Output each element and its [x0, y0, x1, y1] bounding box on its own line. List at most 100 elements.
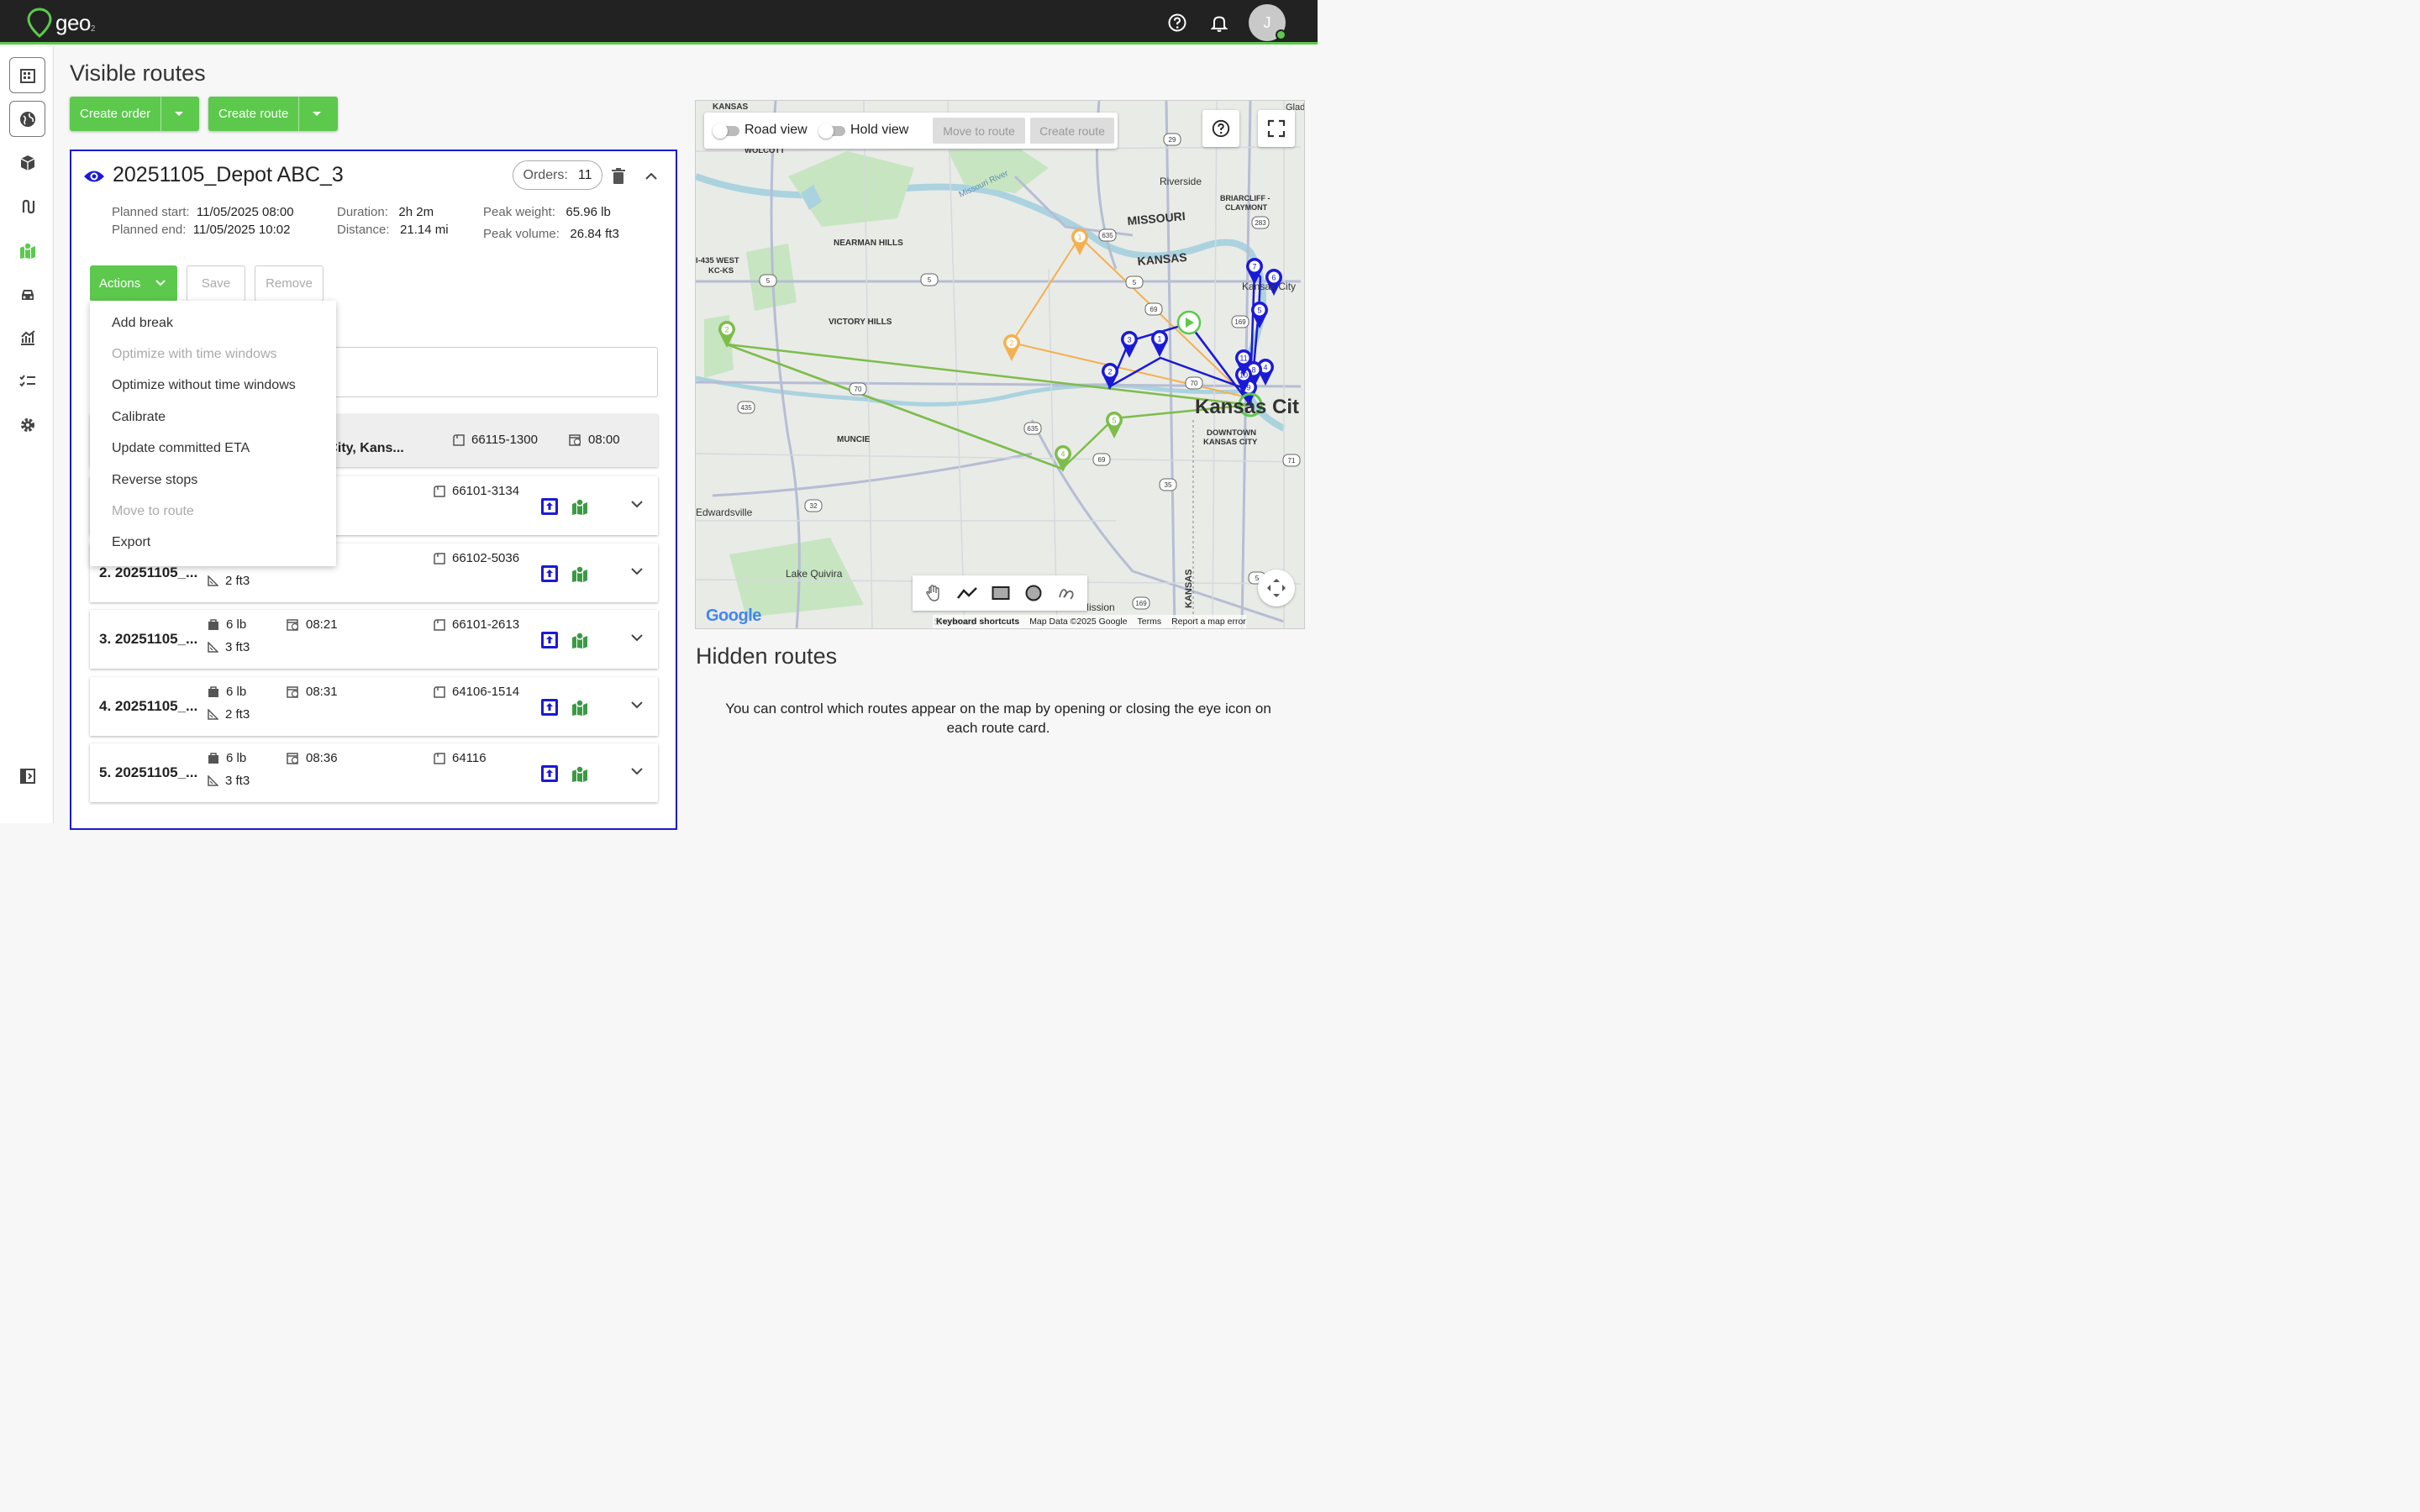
map[interactable]: 122451234567891011 KANSASGladWOLCOTTMiss…: [695, 100, 1305, 629]
map-create-route-button[interactable]: Create route: [1030, 118, 1114, 144]
save-button[interactable]: Save: [187, 265, 245, 302]
shield-number: 5: [766, 277, 771, 285]
sidebar-collapse-button[interactable]: [9, 758, 45, 794]
calendar-clock-icon: [287, 686, 299, 698]
hold-view-toggle[interactable]: [818, 123, 845, 139]
stop-weight: 6 lb: [208, 685, 246, 699]
menu-item-optimize-without-time-windows[interactable]: Optimize without time windows: [90, 370, 336, 402]
orange-stop-pin[interactable]: 2: [1003, 334, 1020, 361]
hand-icon[interactable]: [924, 584, 943, 602]
stop-row[interactable]: 4. 20251105_... 6 lb 08:31 2 ft3 64106-1514: [90, 677, 658, 736]
map-label-muncie: MUNCIE: [837, 435, 871, 444]
blue-stop-pin[interactable]: 1: [1151, 330, 1168, 357]
orange-stop-pin[interactable]: 1: [1071, 228, 1088, 255]
chevron-down-icon[interactable]: [630, 499, 644, 509]
menu-item-calibrate[interactable]: Calibrate: [90, 402, 336, 433]
stop-detail-icon[interactable]: [540, 497, 559, 516]
highway-shield: 283: [1251, 216, 1270, 229]
sidebar-item-company[interactable]: [9, 57, 45, 93]
menu-item-add-break[interactable]: Add break: [90, 307, 336, 339]
create-order-button[interactable]: Create order: [70, 97, 199, 131]
map-marker-icon[interactable]: [571, 698, 589, 717]
eye-icon[interactable]: [83, 168, 105, 185]
blue-stop-pin[interactable]: 5: [1251, 302, 1268, 328]
polyline-icon[interactable]: [957, 586, 978, 600]
highway-shield: 69: [1092, 453, 1111, 466]
create-order-dropdown[interactable]: [160, 97, 196, 131]
menu-item-export[interactable]: Export: [90, 528, 336, 559]
planned-start: Planned start: 11/05/2025 08:00: [112, 205, 294, 219]
map-marker-icon[interactable]: [571, 764, 589, 783]
sidebar-item-map[interactable]: [9, 232, 45, 268]
circle-icon[interactable]: [1024, 584, 1043, 602]
stop-row[interactable]: 5. 20251105_... 6 lb 08:36 3 ft3 64116: [90, 743, 658, 802]
shield-number: 69: [1150, 306, 1158, 313]
remove-button[interactable]: Remove: [255, 265, 324, 302]
help-icon[interactable]: [1166, 12, 1188, 34]
terms-link[interactable]: Terms: [1138, 617, 1162, 627]
map-pan-control[interactable]: [1258, 570, 1295, 606]
menu-item-reverse-stops[interactable]: Reverse stops: [90, 465, 336, 496]
stop-zip: 64106-1514: [434, 685, 519, 699]
route-icon: [22, 199, 34, 213]
highway-shield: 169: [1231, 315, 1249, 328]
road-view-toggle[interactable]: [713, 123, 739, 139]
move-arrows-icon: [1267, 579, 1286, 597]
logo[interactable]: geo 2: [25, 7, 95, 39]
chevron-down-icon[interactable]: [630, 633, 644, 643]
rectangle-icon[interactable]: [992, 585, 1010, 601]
map-canvas[interactable]: 122451234567891011 KANSASGladWOLCOTTMiss…: [696, 101, 1305, 629]
menu-item-update-committed-eta[interactable]: Update committed ETA: [90, 433, 336, 465]
hold-view-label: Hold view: [850, 123, 909, 137]
green-stop-pin[interactable]: 5: [1106, 412, 1123, 438]
map-marker-icon[interactable]: [571, 564, 589, 583]
chevron-down-icon[interactable]: [630, 700, 644, 710]
map-marker-icon[interactable]: [571, 631, 589, 649]
stop-time: 08:36: [287, 751, 338, 765]
road-view-label: Road view: [744, 123, 808, 137]
chevron-down-icon[interactable]: [630, 766, 644, 776]
map-help-button[interactable]: [1202, 110, 1239, 147]
stop-detail-icon[interactable]: [540, 631, 559, 649]
stop-name: 5. 20251105_...: [99, 764, 198, 780]
report-error-link[interactable]: Report a map error: [1171, 617, 1246, 627]
sidebar-item-routes[interactable]: [9, 188, 45, 224]
chevron-down-icon[interactable]: [630, 566, 644, 576]
pin-number: 2: [1009, 339, 1013, 348]
create-route-dropdown[interactable]: [298, 97, 334, 131]
stop-actions: [540, 764, 589, 783]
volume-ruler-icon: [208, 775, 218, 786]
actions-button[interactable]: Actions: [90, 265, 177, 302]
create-order-label: Create order: [80, 107, 151, 121]
sidebar-item-vehicles[interactable]: [9, 276, 45, 312]
road: [712, 452, 1033, 497]
checklist-icon: [18, 374, 35, 387]
freehand-icon[interactable]: [1057, 584, 1076, 602]
trash-icon[interactable]: [612, 168, 625, 185]
sidebar-item-globe[interactable]: [9, 101, 45, 137]
stop-detail-icon[interactable]: [540, 764, 559, 783]
create-route-button[interactable]: Create route: [208, 97, 338, 131]
bell-icon[interactable]: [1208, 12, 1230, 34]
fullscreen-button[interactable]: [1258, 110, 1295, 147]
keyboard-shortcuts-link[interactable]: Keyboard shortcuts: [936, 617, 1019, 627]
road: [947, 101, 965, 628]
depot-time: 08:00: [569, 433, 620, 447]
sidebar-item-settings[interactable]: [9, 407, 45, 443]
map-marker-icon: [19, 241, 35, 259]
map-attribution: Keyboard shortcuts Map Data ©2025 Google…: [933, 615, 1246, 628]
sidebar-item-orders[interactable]: [9, 144, 45, 181]
stop-row[interactable]: 3. 20251105_... 6 lb 08:21 3 ft3 66101-2613: [90, 610, 658, 669]
sidebar-item-analytics[interactable]: [9, 319, 45, 355]
sidebar-item-tasks[interactable]: [9, 363, 45, 399]
map-marker-icon[interactable]: [571, 497, 589, 516]
sidebar: [0, 47, 54, 823]
depot-start-marker[interactable]: [1176, 310, 1202, 335]
chevron-up-icon[interactable]: [644, 171, 658, 181]
avatar[interactable]: J: [1249, 4, 1286, 41]
move-to-route-button[interactable]: Move to route: [933, 118, 1025, 144]
mailbox-icon: [453, 434, 465, 446]
map-label-missouri: MISSOURI: [1127, 209, 1186, 228]
stop-detail-icon[interactable]: [540, 698, 559, 717]
stop-detail-icon[interactable]: [540, 564, 559, 583]
